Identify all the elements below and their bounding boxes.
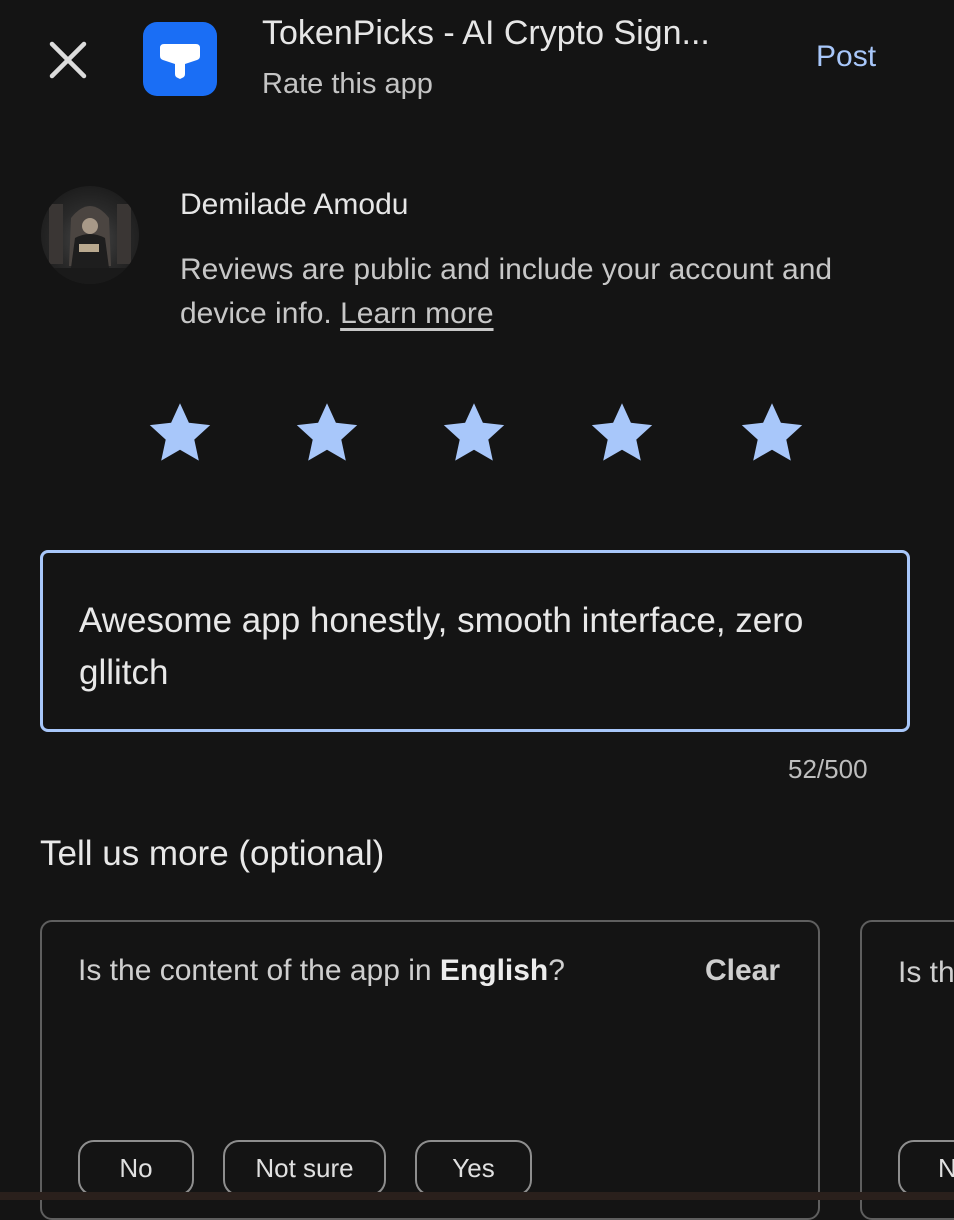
star-1-icon[interactable] bbox=[145, 398, 215, 468]
next-question-text: Is th bbox=[898, 956, 954, 989]
star-5-icon[interactable] bbox=[737, 398, 807, 468]
bottom-edge bbox=[0, 1192, 954, 1200]
close-icon[interactable] bbox=[38, 30, 98, 90]
question-language: English bbox=[439, 954, 549, 987]
learn-more-link[interactable]: Learn more bbox=[340, 297, 493, 330]
star-3-icon[interactable] bbox=[439, 398, 509, 468]
star-2-icon[interactable] bbox=[292, 398, 362, 468]
app-title: TokenPicks - AI Crypto Sign... bbox=[262, 14, 710, 52]
disclaimer-text: Reviews are public and include your acco… bbox=[180, 253, 833, 330]
option-no-button[interactable]: No bbox=[78, 1140, 194, 1196]
post-button[interactable]: Post bbox=[816, 40, 876, 74]
review-text: Awesome app honestly, smooth interface, … bbox=[79, 601, 804, 692]
tell-us-more-title: Tell us more (optional) bbox=[40, 834, 385, 873]
next-option-button[interactable]: N bbox=[898, 1140, 954, 1196]
character-count: 52/500 bbox=[788, 754, 868, 784]
question-prefix: Is the content of the app in bbox=[78, 954, 440, 987]
review-text-field[interactable]: Awesome app honestly, smooth interface, … bbox=[40, 550, 910, 732]
star-4-icon[interactable] bbox=[587, 398, 657, 468]
user-name: Demilade Amodu bbox=[180, 188, 409, 221]
page-subtitle: Rate this app bbox=[262, 68, 433, 100]
avatar bbox=[41, 186, 139, 284]
clear-button[interactable]: Clear bbox=[705, 954, 780, 988]
question-suffix: ? bbox=[548, 954, 565, 987]
option-not-sure-button[interactable]: Not sure bbox=[223, 1140, 386, 1196]
app-icon bbox=[143, 22, 217, 96]
question-text: Is the content of the app in English? bbox=[78, 954, 565, 988]
review-disclaimer: Reviews are public and include your acco… bbox=[180, 248, 900, 336]
option-yes-button[interactable]: Yes bbox=[415, 1140, 532, 1196]
